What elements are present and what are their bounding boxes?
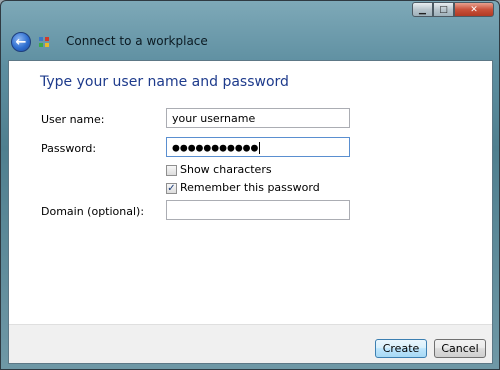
show-characters-checkbox[interactable] — [166, 165, 177, 176]
remember-password-checkbox[interactable]: ✓ — [166, 183, 177, 194]
show-characters-label[interactable]: Show characters — [180, 163, 272, 176]
maximize-button[interactable]: □ — [433, 2, 454, 17]
remember-password-label[interactable]: Remember this password — [180, 181, 320, 194]
password-input[interactable]: ●●●●●●●●●●● — [166, 137, 350, 157]
domain-input[interactable] — [166, 200, 350, 220]
text-caret — [259, 142, 261, 154]
username-label: User name: — [41, 113, 105, 126]
close-button[interactable]: ✕ — [454, 2, 494, 17]
network-icon — [39, 37, 49, 47]
password-mask: ●●●●●●●●●●● — [172, 143, 259, 154]
domain-label: Domain (optional): — [41, 205, 145, 218]
wizard-content: Type your user name and password User na… — [8, 60, 493, 364]
wizard-window: ▁ □ ✕ ← Connect to a workplace Type your… — [0, 0, 500, 370]
page-heading: Type your user name and password — [40, 74, 289, 90]
cancel-button[interactable]: Cancel — [434, 339, 486, 358]
password-label: Password: — [41, 142, 97, 155]
create-button[interactable]: Create — [375, 339, 427, 358]
window-title: Connect to a workplace — [66, 34, 208, 48]
title-bar: ▁ □ ✕ ← Connect to a workplace — [1, 1, 499, 57]
window-controls: ▁ □ ✕ — [412, 2, 494, 18]
username-input[interactable]: your username — [166, 108, 350, 128]
minimize-button[interactable]: ▁ — [412, 2, 433, 17]
back-arrow-icon[interactable]: ← — [11, 32, 31, 52]
